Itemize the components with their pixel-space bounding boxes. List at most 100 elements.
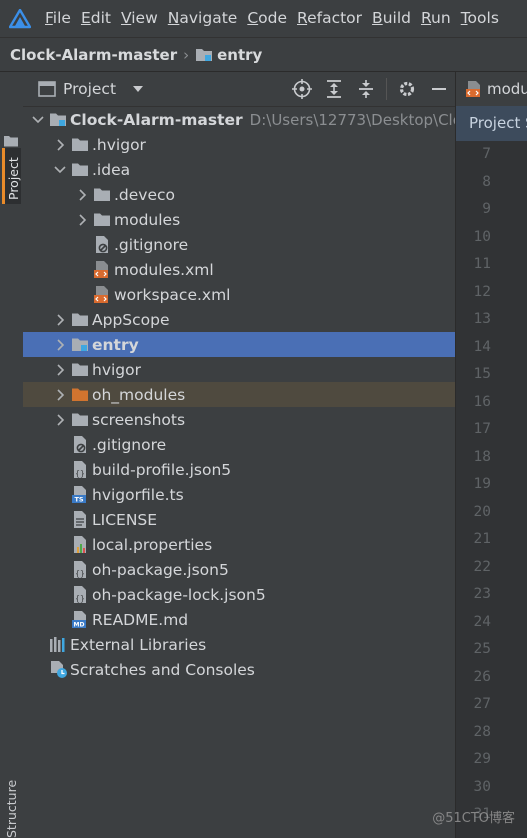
tree-item-label: .idea — [92, 160, 131, 179]
tree-row[interactable]: .idea — [23, 157, 455, 182]
breadcrumb-module[interactable]: entry — [217, 46, 262, 64]
tree-row[interactable]: TS hvigorfile.ts — [23, 482, 455, 507]
svg-text:TS: TS — [74, 496, 83, 504]
arrow-spacer — [51, 507, 69, 532]
tree-row[interactable]: External Libraries — [23, 632, 455, 657]
menu-run[interactable]: Run — [416, 0, 456, 37]
json-file-icon: {} — [69, 557, 91, 582]
project-panel: Project Clock-Alarm-master D:\Users\1277… — [23, 72, 456, 838]
tree-row[interactable]: oh_modules — [23, 382, 455, 407]
ts-file-icon: TS — [69, 482, 91, 507]
chevron-down-icon[interactable] — [51, 157, 69, 182]
line-number: 16 — [473, 393, 491, 410]
tree-item-label: .gitignore — [92, 435, 167, 454]
line-number: 19 — [473, 476, 491, 492]
menu-navigate[interactable]: Navigate — [163, 0, 243, 37]
chevron-right-icon[interactable] — [51, 382, 69, 407]
sdk-notification-bar: Project SDK is not defined — [456, 106, 527, 141]
tree-row[interactable]: MD README.md — [23, 607, 455, 632]
gear-icon[interactable] — [391, 72, 423, 106]
menu-view[interactable]: View — [116, 0, 163, 37]
editor-tab[interactable]: modules.xml — [466, 80, 527, 98]
tree-item-label: modules — [114, 210, 181, 229]
folder-icon — [69, 157, 91, 182]
tree-row[interactable]: {} oh-package.json5 — [23, 557, 455, 582]
tree-row[interactable]: .gitignore — [23, 432, 455, 457]
tree-row[interactable]: Scratches and Consoles — [23, 657, 455, 682]
project-view-icon — [38, 81, 56, 97]
folder-icon — [69, 132, 91, 157]
line-number: 14 — [473, 338, 491, 355]
tree-row[interactable]: modules.xml — [23, 257, 455, 282]
chevron-right-icon[interactable] — [51, 407, 69, 432]
arrow-spacer — [51, 582, 69, 607]
libraries-icon — [47, 632, 69, 657]
arrow-spacer — [51, 482, 69, 507]
svg-text:MD: MD — [74, 622, 85, 629]
collapse-all-icon[interactable] — [350, 72, 382, 106]
chevron-down-icon[interactable] — [132, 85, 144, 93]
tree-item-label: README.md — [92, 610, 189, 629]
menu-refactor[interactable]: Refactor — [292, 0, 367, 37]
line-number: 18 — [473, 448, 491, 465]
tree-row[interactable]: workspace.xml — [23, 282, 455, 307]
tree-row[interactable]: LICENSE — [23, 507, 455, 532]
arrow-spacer — [29, 632, 47, 657]
menu-bar: File Edit View Navigate Code Refactor Build Run… — [0, 0, 527, 37]
arrow-spacer — [51, 532, 69, 557]
tree-item-label: External Libraries — [70, 635, 207, 654]
menu-build[interactable]: Build — [367, 0, 416, 37]
line-number-gutter: 7 8 9 10 11 12 13 14 15 16 17 18 19 20 21 22 23 24 25 26 27 2… — [456, 141, 527, 838]
ignore-file-icon — [69, 432, 91, 457]
tree-row[interactable]: .hvigor — [23, 132, 455, 157]
chevron-right-icon[interactable] — [73, 207, 91, 232]
minimize-icon[interactable] — [423, 72, 455, 106]
line-number: 24 — [473, 613, 491, 630]
arrow-spacer — [29, 657, 47, 682]
project-view-title[interactable]: Project — [63, 80, 116, 98]
tree-row[interactable]: local.properties — [23, 532, 455, 557]
chevron-right-icon[interactable] — [51, 332, 69, 357]
locate-icon[interactable] — [286, 72, 318, 106]
line-number: 26 — [473, 668, 491, 685]
menu-edit[interactable]: Edit — [76, 0, 116, 37]
chevron-right-icon[interactable] — [73, 182, 91, 207]
project-tool-window-button[interactable]: Project — [2, 148, 21, 204]
tree-row[interactable]: screenshots — [23, 407, 455, 432]
menu-code[interactable]: Code — [242, 0, 292, 37]
menu-file[interactable]: File — [40, 0, 76, 37]
tree-row[interactable]: modules — [23, 207, 455, 232]
chevron-down-icon[interactable] — [29, 107, 47, 132]
chevron-right-icon[interactable] — [51, 357, 69, 382]
line-number: 23 — [473, 586, 491, 602]
module-folder-icon — [69, 332, 91, 357]
deveco-logo-icon — [0, 0, 40, 37]
chevron-right-icon[interactable] — [51, 132, 69, 157]
arrow-spacer — [73, 282, 91, 307]
structure-tool-window-button[interactable]: Structure — [4, 780, 19, 838]
line-number: 25 — [473, 641, 491, 657]
markdown-file-icon: MD — [69, 607, 91, 632]
chevron-right-icon[interactable] — [51, 307, 69, 332]
module-folder-icon — [195, 47, 213, 62]
tree-row[interactable]: entry — [23, 332, 455, 357]
svg-text:{}: {} — [75, 469, 85, 478]
xml-file-icon — [91, 282, 113, 307]
expand-all-icon[interactable] — [318, 72, 350, 106]
line-number: 20 — [473, 503, 491, 520]
breadcrumb-project[interactable]: Clock-Alarm-master — [10, 46, 177, 64]
json-file-icon: {} — [69, 457, 91, 482]
tree-row[interactable]: hvigor — [23, 357, 455, 382]
module-folder-icon — [47, 107, 69, 132]
tree-row[interactable]: {} oh-package-lock.json5 — [23, 582, 455, 607]
tree-row[interactable]: {} build-profile.json5 — [23, 457, 455, 482]
line-number: 21 — [473, 531, 491, 547]
json-file-icon: {} — [69, 582, 91, 607]
watermark: @51CTO博客 — [432, 811, 515, 826]
project-tool-label: Project — [6, 157, 21, 200]
tree-row[interactable]: .gitignore — [23, 232, 455, 257]
tree-row[interactable]: AppScope — [23, 307, 455, 332]
tree-row[interactable]: .deveco — [23, 182, 455, 207]
menu-tools[interactable]: Tools — [456, 0, 504, 37]
tree-row[interactable]: Clock-Alarm-master D:\Users\12773\Desktop… — [23, 107, 455, 132]
